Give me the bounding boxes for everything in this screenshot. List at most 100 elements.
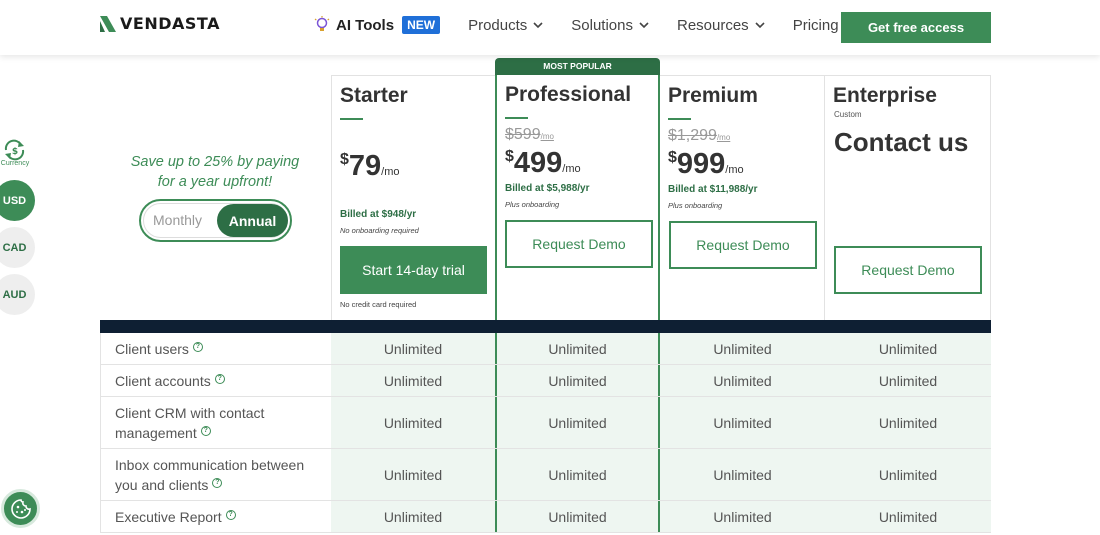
billing-annual-option[interactable]: Annual (217, 204, 288, 237)
nav-resources[interactable]: Resources (677, 17, 765, 34)
feature-label-text: Executive Report (115, 508, 222, 525)
currency-usd-button[interactable]: USD (0, 180, 35, 221)
original-price-period: /mo (540, 132, 554, 141)
nav-solutions[interactable]: Solutions (571, 17, 649, 34)
table-row: Inbox communication between you and clie… (100, 449, 991, 501)
help-icon[interactable]: ? (225, 509, 236, 520)
svg-text:$: $ (12, 147, 18, 157)
plan-name: Premium (668, 84, 758, 107)
feature-label-text: Client CRM with contact management (115, 404, 265, 441)
table-row: Executive Report? Unlimited Unlimited Un… (100, 501, 991, 533)
feature-section-header-bar (100, 320, 991, 333)
main-nav: AI Tools NEW Products Solutions Resource… (314, 16, 867, 34)
feature-label: Client CRM with contact management? (100, 397, 331, 448)
feature-value-professional: Unlimited (495, 449, 660, 500)
feature-value-starter: Unlimited (331, 397, 495, 448)
nav-products[interactable]: Products (468, 17, 543, 34)
most-popular-badge: MOST POPULAR (495, 58, 660, 75)
onboarding-note: No onboarding required (340, 226, 419, 235)
feature-label: Inbox communication between you and clie… (100, 449, 331, 500)
feature-value-enterprise: Unlimited (825, 397, 991, 448)
original-price: $1,299/mo (668, 127, 730, 145)
plan-price: $79/mo (340, 150, 400, 183)
price-period: /mo (562, 163, 581, 175)
enterprise-contact-us: Contact us (834, 127, 969, 157)
cookie-settings-button[interactable] (1, 489, 40, 528)
billed-annually-text: Billed at $5,988/yr (505, 183, 590, 194)
nav-solutions-label: Solutions (571, 16, 633, 34)
plan-price: $499/mo (505, 147, 581, 180)
request-demo-button[interactable]: Request Demo (505, 220, 653, 268)
feature-value-professional: Unlimited (495, 397, 660, 448)
currency-cad-button[interactable]: CAD (0, 227, 35, 268)
logo-wordmark: VENDASTA (120, 14, 220, 33)
plan-price: $999/mo (668, 148, 744, 181)
top-navigation-bar: VENDASTA AI Tools NEW Products Solutions… (0, 0, 1100, 55)
price-amount: 999 (676, 148, 726, 180)
feature-label-text: Client users (115, 340, 189, 357)
nav-ai-tools[interactable]: AI Tools NEW (314, 16, 441, 34)
price-period: /mo (381, 166, 400, 178)
plan-name: Starter (340, 84, 408, 107)
original-price-period: /mo (716, 133, 731, 142)
onboarding-note: Plus onboarding (505, 200, 560, 209)
feature-value-premium: Unlimited (660, 501, 825, 532)
plan-card-premium: Premium $1,299/mo $999/mo Billed at $11,… (660, 75, 825, 320)
plan-card-enterprise: Enterprise Custom Contact us Request Dem… (825, 75, 991, 320)
feature-label: Client users? (100, 333, 331, 364)
feature-value-enterprise: Unlimited (825, 365, 991, 396)
nav-pricing-label: Pricing (792, 16, 839, 34)
chevron-down-icon (755, 22, 765, 29)
get-free-access-button[interactable]: Get free access (841, 12, 991, 43)
currency-aud-button[interactable]: AUD (0, 274, 35, 315)
nav-ai-tools-label: AI Tools (336, 16, 395, 34)
vendasta-logo[interactable]: VENDASTA (100, 14, 220, 33)
feature-label-text: Inbox communication between you and clie… (115, 456, 305, 493)
help-icon[interactable]: ? (192, 341, 203, 352)
chevron-down-icon (533, 22, 543, 29)
table-row: Client users? Unlimited Unlimited Unlimi… (100, 333, 991, 365)
plan-name: Enterprise (833, 84, 937, 107)
price-amount: 79 (348, 150, 382, 182)
billing-monthly-option[interactable]: Monthly (153, 212, 202, 228)
plan-card-starter: Starter $79/mo Billed at $948/yr No onbo… (331, 75, 495, 320)
feature-value-starter: Unlimited (331, 333, 495, 364)
plan-name: Professional (505, 83, 632, 106)
feature-label: Client accounts? (100, 365, 331, 396)
request-demo-button[interactable]: Request Demo (834, 246, 982, 294)
feature-value-enterprise: Unlimited (825, 333, 991, 364)
new-badge: NEW (402, 16, 441, 34)
original-price-amount: $599 (505, 126, 541, 143)
feature-value-enterprise: Unlimited (825, 449, 991, 500)
feature-label-text: Client accounts (115, 372, 211, 389)
feature-comparison-table: Client users? Unlimited Unlimited Unlimi… (100, 333, 991, 533)
promo-line-2: for a year upfront! (157, 174, 273, 190)
feature-value-professional: Unlimited (495, 365, 660, 396)
original-price-amount: $1,299 (668, 127, 717, 144)
price-currency-symbol: $ (505, 148, 514, 165)
price-amount: 499 (513, 147, 563, 179)
promo-line-1: Save up to 25% by paying (130, 154, 300, 170)
plan-divider (505, 117, 528, 119)
nav-products-label: Products (468, 16, 528, 34)
plan-card-professional: Professional $599/mo $499/mo Billed at $… (495, 75, 660, 320)
request-demo-button[interactable]: Request Demo (669, 221, 817, 269)
price-currency-symbol: $ (668, 149, 677, 166)
feature-value-professional: Unlimited (495, 501, 660, 532)
feature-value-premium: Unlimited (660, 397, 825, 448)
feature-value-starter: Unlimited (331, 365, 495, 396)
feature-value-premium: Unlimited (660, 333, 825, 364)
currency-label: Currency (0, 160, 30, 167)
billing-period-toggle[interactable]: Monthly Annual (139, 199, 292, 242)
no-credit-card-note: No credit card required (340, 300, 417, 309)
cookie-icon (10, 498, 31, 519)
start-trial-button[interactable]: Start 14-day trial (340, 246, 487, 294)
help-icon[interactable]: ? (200, 425, 211, 436)
vendasta-logo-icon (100, 15, 116, 32)
help-icon[interactable]: ? (214, 373, 225, 384)
nav-pricing[interactable]: Pricing (793, 17, 839, 34)
chevron-down-icon (639, 22, 649, 29)
plan-divider (340, 118, 363, 120)
billed-annually-text: Billed at $11,988/yr (668, 184, 758, 195)
help-icon[interactable]: ? (212, 477, 223, 488)
